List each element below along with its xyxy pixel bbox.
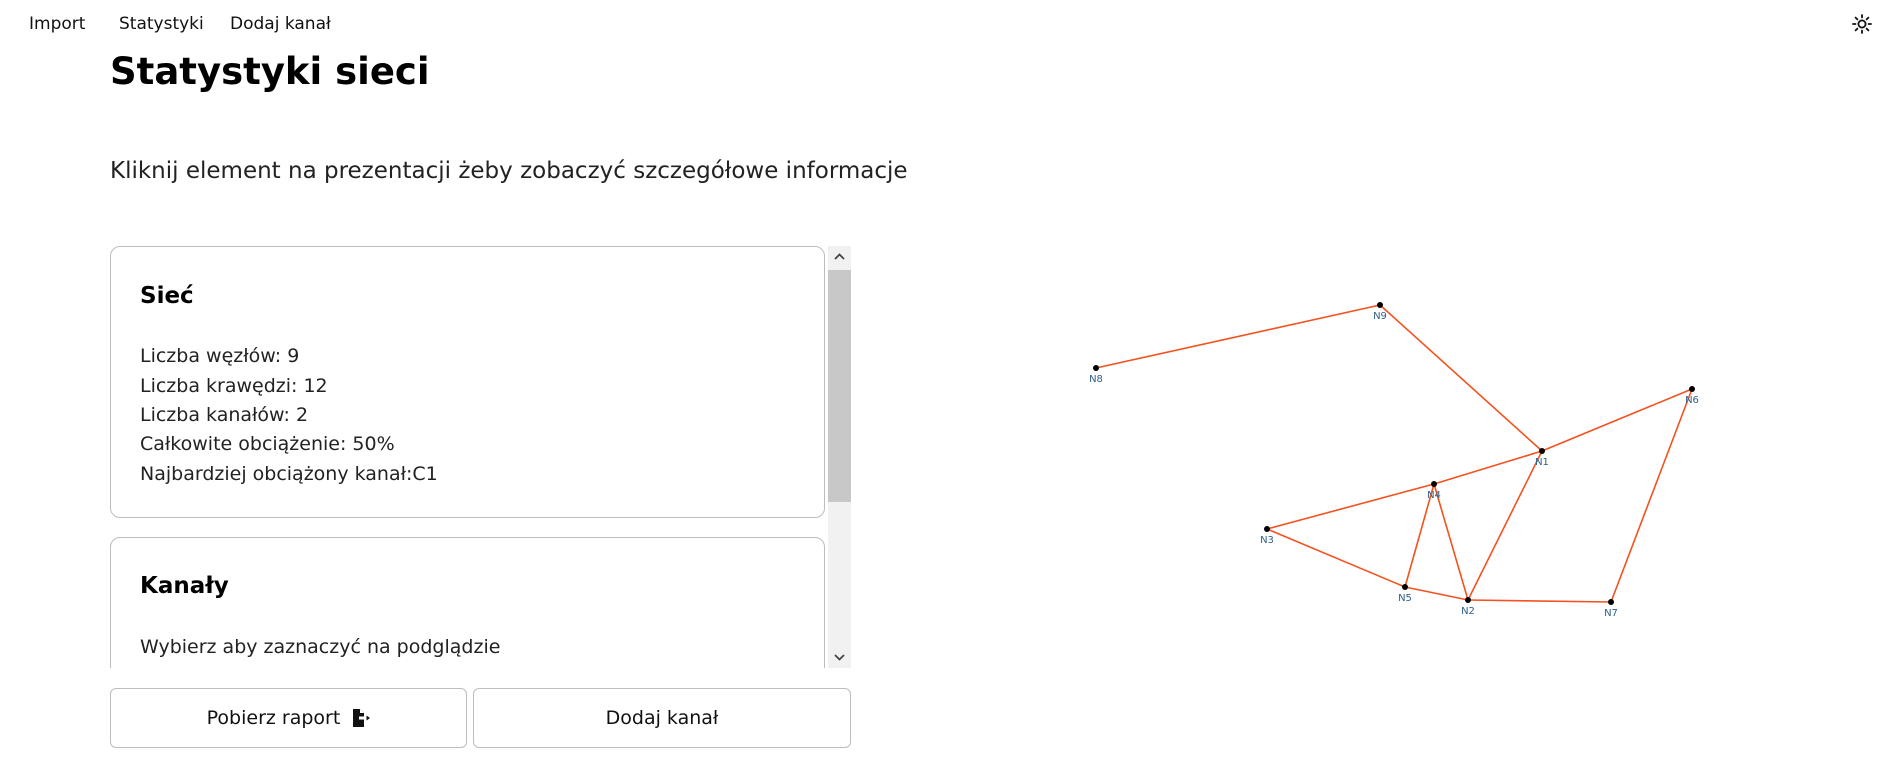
graph-edge-n9-n1[interactable] [1379, 304, 1543, 452]
theme-toggle-button[interactable] [1851, 13, 1873, 35]
stat-channel-count: Liczba kanałów: 2 [140, 404, 309, 426]
nav-add-channel[interactable]: Dodaj kanał [230, 14, 331, 34]
stat-node-count: Liczba węzłów: 9 [140, 345, 300, 367]
page-hint: Kliknij element na prezentacji żeby zoba… [110, 158, 908, 184]
download-report-label: Pobierz raport [206, 707, 341, 729]
nav-import[interactable]: Import [29, 14, 85, 34]
top-nav: Import Statystyki Dodaj kanał [0, 0, 1898, 50]
graph-node-n7[interactable] [1608, 599, 1614, 605]
network-card-title: Sieć [140, 283, 194, 309]
graph-edge-n1-n4[interactable] [1433, 450, 1543, 485]
page-title: Statystyki sieci [110, 50, 430, 93]
nav-statistics[interactable]: Statystyki [119, 14, 204, 34]
graph-edge-n8-n9[interactable] [1095, 304, 1381, 369]
graph-node-label-n9: N9 [1373, 311, 1387, 322]
graph-edge-n4-n3[interactable] [1266, 483, 1435, 530]
graph-edge-n1-n2[interactable] [1467, 450, 1543, 601]
scroll-thumb[interactable] [828, 270, 851, 502]
graph-node-n8[interactable] [1093, 365, 1099, 371]
channels-card-hint: Wybierz aby zaznaczyć na podglądzie [140, 636, 501, 658]
graph-node-label-n5: N5 [1398, 593, 1412, 604]
graph-edge-n5-n2[interactable] [1404, 586, 1469, 601]
network-card: Sieć Liczba węzłów: 9 Liczba krawędzi: 1… [110, 246, 825, 518]
panel-scrollbar[interactable] [828, 246, 851, 668]
stat-edge-count: Liczba krawędzi: 12 [140, 375, 328, 397]
chevron-up-icon [834, 253, 845, 260]
graph-node-label-n3: N3 [1260, 535, 1274, 546]
graph-node-label-n2: N2 [1461, 606, 1475, 617]
graph-node-n2[interactable] [1465, 597, 1471, 603]
graph-node-label-n7: N7 [1604, 608, 1618, 619]
graph-node-n1[interactable] [1539, 448, 1545, 454]
graph-node-label-n1: N1 [1535, 457, 1549, 468]
graph-node-n6[interactable] [1689, 386, 1695, 392]
add-channel-label: Dodaj kanał [605, 707, 719, 729]
add-channel-button[interactable]: Dodaj kanał [473, 688, 851, 748]
graph-node-label-n8: N8 [1089, 374, 1103, 385]
stat-total-load: Całkowite obciążenie: 50% [140, 433, 395, 455]
graph-edge-n7-n6[interactable] [1610, 388, 1693, 603]
graph-node-n5[interactable] [1402, 584, 1408, 590]
graph-edge-n2-n7[interactable] [1467, 599, 1612, 603]
graph-edge-n1-n6[interactable] [1541, 388, 1693, 452]
download-report-button[interactable]: Pobierz raport [110, 688, 467, 748]
stats-panel: Sieć Liczba węzłów: 9 Liczba krawędzi: 1… [110, 246, 851, 668]
file-export-icon [353, 709, 371, 727]
sun-icon [1852, 14, 1872, 34]
graph-node-n4[interactable] [1431, 481, 1437, 487]
scroll-down-button[interactable] [828, 646, 851, 668]
channels-card: Kanały Wybierz aby zaznaczyć na podglądz… [110, 537, 825, 668]
channels-card-title: Kanały [140, 573, 229, 599]
network-graph[interactable]: N1 N2 N3 N4 N5 N6 N7 N8 N9 [1060, 280, 1760, 630]
scroll-up-button[interactable] [828, 246, 851, 268]
stat-most-loaded-channel: Najbardziej obciążony kanał:C1 [140, 463, 438, 485]
graph-node-label-n6: N6 [1685, 395, 1699, 406]
graph-edge-n4-n2[interactable] [1433, 483, 1469, 601]
graph-node-n3[interactable] [1264, 526, 1270, 532]
graph-node-label-n4: N4 [1427, 490, 1441, 501]
graph-node-n9[interactable] [1377, 302, 1383, 308]
graph-edge-n3-n5[interactable] [1266, 528, 1406, 588]
chevron-down-icon [834, 654, 845, 661]
